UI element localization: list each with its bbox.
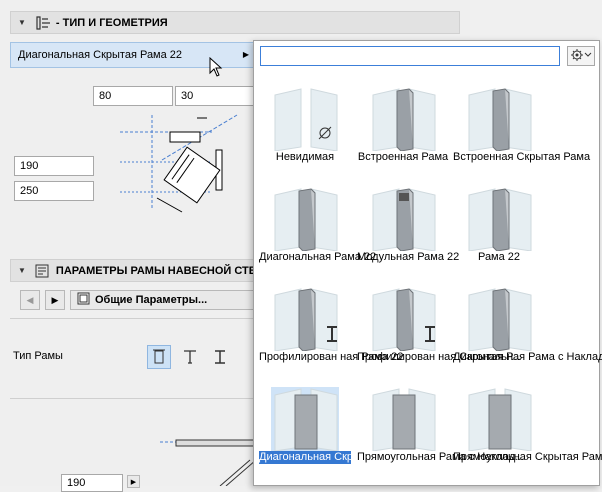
- depth-b-field[interactable]: 250: [14, 181, 94, 201]
- geometry-section-title: - ТИП И ГЕОМЕТРИЯ: [55, 16, 168, 29]
- profiled-frame-icon: [271, 287, 339, 352]
- gallery-tile-label: Рама 22: [477, 251, 521, 263]
- general-params-label: Общие Параметры...: [95, 294, 208, 306]
- gallery-tile-label: Модульная Рама 22: [357, 251, 460, 263]
- frame-type-rect-icon[interactable]: [147, 345, 171, 369]
- mouse-cursor-icon: [209, 57, 223, 77]
- frame-type-selector-value: Диагональная Скрытая Рама 22: [18, 49, 183, 61]
- frame-params-section-title: ПАРАМЕТРЫ РАМЫ НАВЕСНОЙ СТЕНЫ: [55, 264, 275, 277]
- built-in-frame-icon: [369, 87, 437, 152]
- gallery-tile-profiled-frame[interactable]: Профилирован ная Рама 22: [259, 287, 404, 383]
- gallery-tile-label: Диагональная Рама 22: [259, 251, 377, 263]
- gallery-tile-diagonal-frame-cover[interactable]: Диагональная Рама с Наклад...: [453, 287, 602, 383]
- next-page-button[interactable]: ▶: [45, 290, 65, 310]
- gallery-tile-label: Профилирован ная Скрытая Р...: [357, 351, 521, 363]
- frame-type-i-icon[interactable]: [208, 345, 232, 369]
- gallery-tile-diagonal-frame[interactable]: Диагональная Рама 22: [259, 187, 377, 283]
- gallery-tile-label: Прямоугольная Рама с Наклад...: [357, 451, 525, 463]
- diagonal-frame-icon: [271, 187, 339, 252]
- general-params-dropdown[interactable]: Общие Параметры...: [70, 290, 260, 310]
- frame-icon: [465, 187, 533, 252]
- divider: [10, 318, 260, 319]
- divider: [10, 398, 260, 399]
- frame-type-popup: Невидимая Встроенная Рама Встроенная Скрыт…: [253, 40, 602, 486]
- frame-geometry-icon: [34, 15, 50, 31]
- diagonal-frame-cover-icon: [465, 287, 533, 352]
- frame-params-icon: [34, 263, 50, 279]
- width-b-field[interactable]: 30: [175, 86, 255, 106]
- frame-bottom-preview: [160, 439, 260, 486]
- gallery-tile-label: Диагональная Рама с Наклад...: [453, 351, 602, 363]
- rectangular-hidden-frame-icon: [465, 387, 533, 452]
- gallery-settings-button[interactable]: [567, 46, 595, 66]
- frame-type-label: Тип Рамы: [13, 350, 63, 362]
- gallery-tile-frame[interactable]: Рама 22: [453, 187, 545, 283]
- gallery-tile-label: Диагональная Скрытая Рама ...: [259, 451, 420, 464]
- invisible-frame-icon: [271, 87, 339, 152]
- width-a-field[interactable]: 80: [93, 86, 173, 106]
- gallery-tile-rectangular-hidden-frame[interactable]: Прямоугольная Скрытая Рама: [453, 387, 602, 483]
- gallery-tile-invisible-frame[interactable]: Невидимая: [259, 87, 351, 183]
- gallery-tile-diagonal-hidden-frame[interactable]: Диагональная Скрытая Рама ...: [259, 387, 420, 483]
- modular-frame-icon: [369, 187, 437, 252]
- diagonal-hidden-frame-icon: [271, 387, 339, 452]
- gallery-tile-modular-frame[interactable]: Модульная Рама 22: [357, 187, 460, 283]
- bottom-field[interactable]: 190: [61, 474, 123, 492]
- depth-a-field[interactable]: 190: [14, 156, 94, 176]
- rectangular-frame-cover-icon: [369, 387, 437, 452]
- geometry-section-header[interactable]: ▼ - ТИП И ГЕОМЕТРИЯ: [10, 11, 460, 34]
- gear-icon: [570, 48, 592, 65]
- gallery-tile-rectangular-frame-cover[interactable]: Прямоугольная Рама с Наклад...: [357, 387, 525, 483]
- gallery-tile-label: Профилирован ная Рама 22: [259, 351, 404, 363]
- gallery-tile-profiled-hidden-frame[interactable]: Профилирован ная Скрытая Р...: [357, 287, 521, 383]
- gallery-tile-built-in-frame[interactable]: Встроенная Рама: [357, 87, 449, 183]
- gallery-tile-label: Встроенная Скрытая Рама: [453, 151, 591, 163]
- params-page-icon: [77, 292, 90, 308]
- collapse-triangle-icon[interactable]: ▼: [18, 266, 26, 275]
- frame-geometry-preview: [120, 114, 238, 213]
- gallery-tile-built-in-hidden-frame[interactable]: Встроенная Скрытая Рама: [453, 87, 591, 183]
- search-input[interactable]: [260, 46, 560, 66]
- previous-page-button[interactable]: ◀: [20, 290, 40, 310]
- built-in-hidden-frame-icon: [465, 87, 533, 152]
- profiled-hidden-frame-icon: [369, 287, 437, 352]
- bottom-field-arrow-button[interactable]: ▶: [127, 475, 140, 488]
- gallery-tile-label: Встроенная Рама: [357, 151, 449, 163]
- gallery-tile-label: Прямоугольная Скрытая Рама: [453, 451, 602, 463]
- collapse-triangle-icon[interactable]: ▼: [18, 18, 26, 27]
- chevron-right-icon: ▶: [242, 50, 249, 59]
- gallery-tile-label: Невидимая: [275, 151, 335, 163]
- frame-type-t-icon[interactable]: [178, 345, 202, 369]
